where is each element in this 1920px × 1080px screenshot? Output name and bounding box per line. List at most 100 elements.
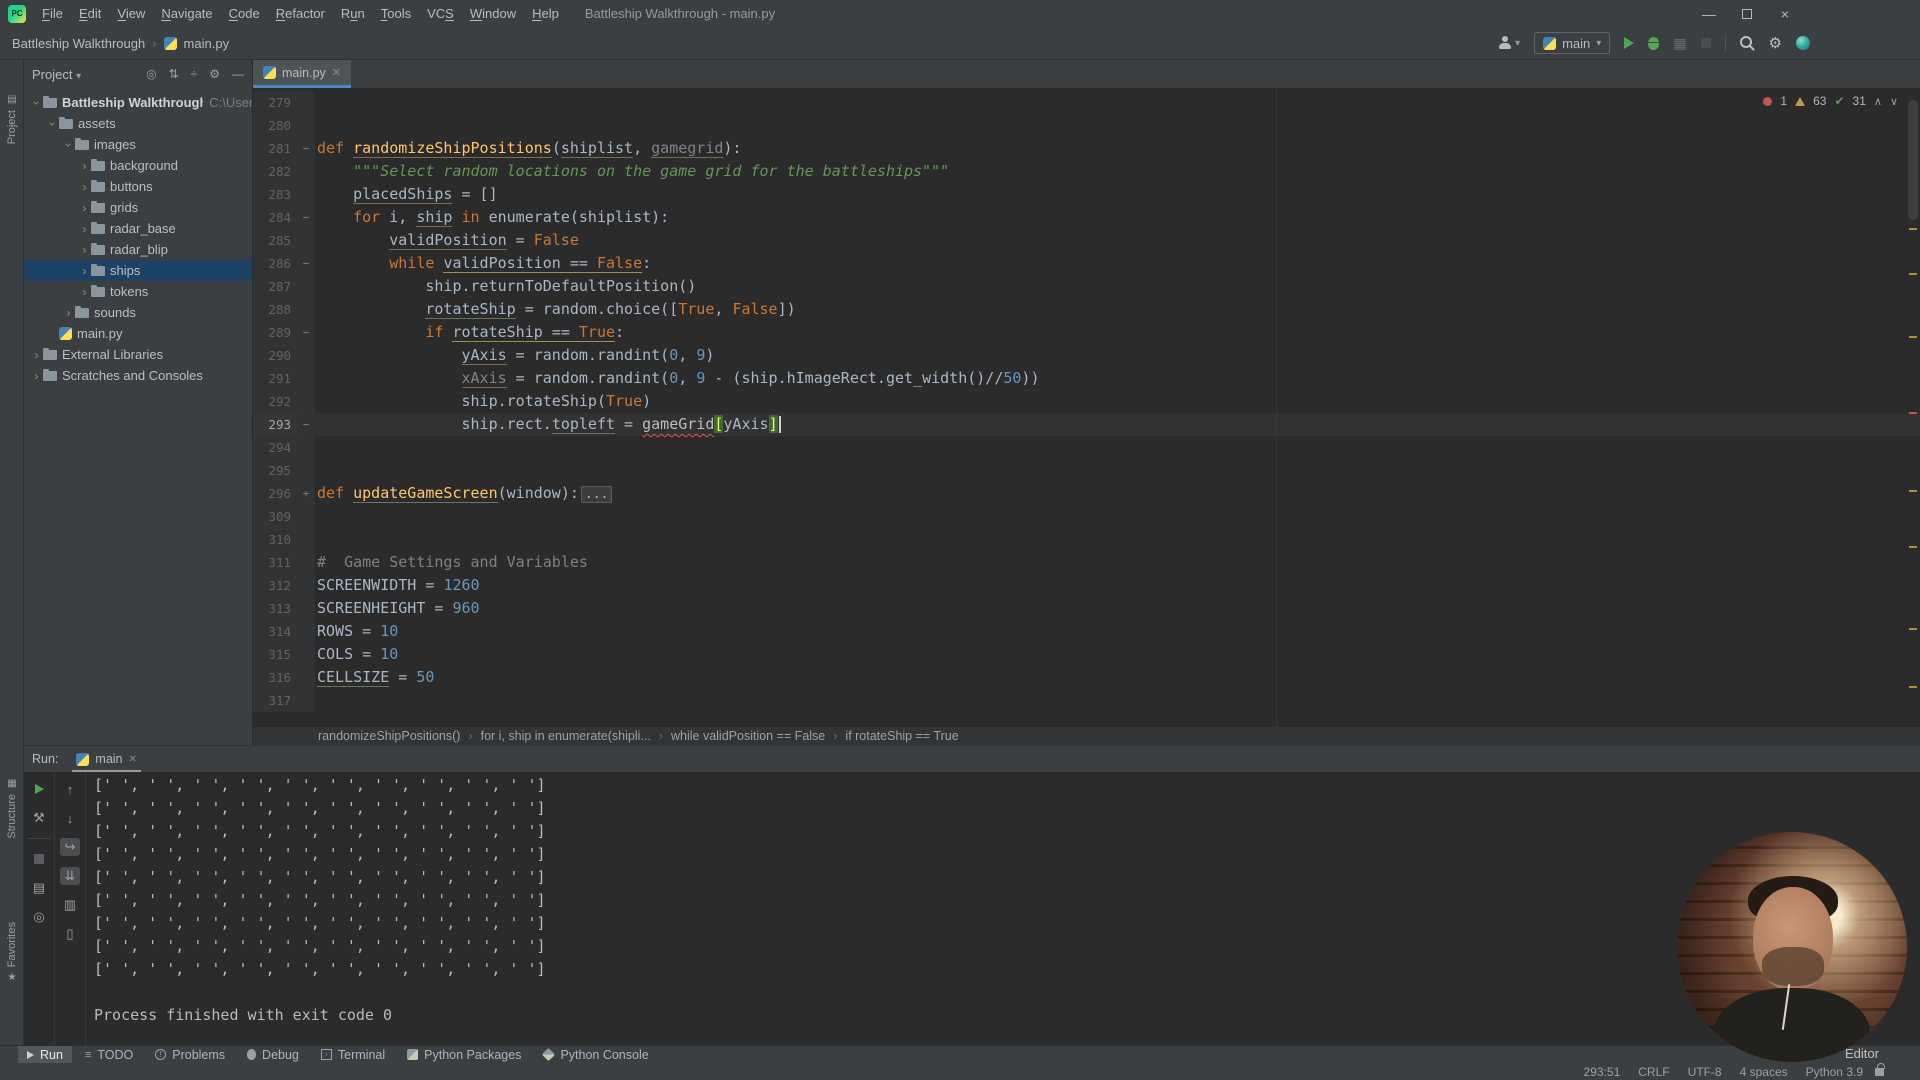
code-text[interactable]: ship.rect.topleft = gameGrid[yAxis] <box>315 413 781 436</box>
code-text[interactable]: placedShips = [] <box>315 183 498 206</box>
tree-chevron-icon[interactable]: › <box>30 369 43 383</box>
tree-item-main-py[interactable]: main.py <box>24 323 252 344</box>
line-number[interactable]: 311 <box>253 551 297 574</box>
tree-chevron-icon[interactable]: › <box>78 180 91 194</box>
menu-file[interactable]: File <box>34 6 71 21</box>
code-text[interactable]: if rotateShip == True: <box>315 321 624 344</box>
run-button[interactable] <box>1624 37 1635 49</box>
code-text[interactable]: """Select random locations on the game g… <box>315 160 949 183</box>
code-text[interactable]: validPosition = False <box>315 229 579 252</box>
editor-scrollbar[interactable] <box>1906 88 1920 727</box>
locate-icon[interactable]: ◎ <box>146 67 156 81</box>
soft-wrap-icon[interactable]: ↪ <box>60 838 80 856</box>
menu-view[interactable]: View <box>109 6 153 21</box>
menu-code[interactable]: Code <box>221 6 268 21</box>
prev-error-icon[interactable]: ∧ <box>1874 95 1882 108</box>
hide-icon[interactable]: — <box>232 67 244 81</box>
tab-main-py[interactable]: main.py ✕ <box>253 60 351 88</box>
line-number[interactable]: 295 <box>253 459 297 482</box>
code-text[interactable]: SCREENWIDTH = 1260 <box>315 574 480 597</box>
fold-marker[interactable]: − <box>297 413 315 436</box>
line-number[interactable]: 310 <box>253 528 297 551</box>
code-text[interactable]: while validPosition == False: <box>315 252 651 275</box>
fold-marker[interactable]: − <box>297 252 315 275</box>
tree-item-radar-blip[interactable]: › radar_blip <box>24 239 252 260</box>
line-number[interactable]: 287 <box>253 275 297 298</box>
line-number[interactable]: 312 <box>253 574 297 597</box>
tree-item-radar-base[interactable]: › radar_base <box>24 218 252 239</box>
tree-item-battleship-walkthrough[interactable]: › Battleship Walkthrough C:\User <box>24 92 253 113</box>
run-config-selector[interactable]: main ▾ <box>1534 32 1611 54</box>
tool-window-button-run[interactable]: Run <box>18 1045 72 1064</box>
code-text[interactable]: xAxis = random.randint(0, 9 - (ship.hIma… <box>315 367 1039 390</box>
wrench-icon[interactable]: ⚒ <box>29 809 49 827</box>
close-button[interactable]: × <box>1778 6 1792 22</box>
status-line-ending[interactable]: CRLF <box>1638 1065 1669 1079</box>
clear-all-icon[interactable]: ▯ <box>60 925 80 943</box>
tree-chevron-icon[interactable]: › <box>78 243 91 257</box>
line-number[interactable]: 290 <box>253 344 297 367</box>
line-number[interactable]: 283 <box>253 183 297 206</box>
fold-marker[interactable]: − <box>297 206 315 229</box>
line-number[interactable]: 316 <box>253 666 297 689</box>
tree-chevron-icon[interactable]: › <box>78 285 91 299</box>
line-number[interactable]: 317 <box>253 689 297 712</box>
tree-item-sounds[interactable]: › sounds <box>24 302 252 323</box>
coverage-button[interactable]: ▦ <box>1673 35 1686 52</box>
status-caret-position[interactable]: 293:51 <box>1584 1065 1621 1079</box>
tool-window-button-terminal[interactable]: › Terminal <box>312 1046 394 1064</box>
fold-marker[interactable]: − <box>297 137 315 160</box>
line-number[interactable]: 282 <box>253 160 297 183</box>
next-error-icon[interactable]: ∨ <box>1890 95 1898 108</box>
tree-chevron-icon[interactable]: › <box>78 159 91 173</box>
breadcrumb-file[interactable]: main.py <box>184 36 230 51</box>
line-number[interactable]: 296 <box>253 482 297 505</box>
tree-item-scratches-and-consoles[interactable]: › Scratches and Consoles <box>24 365 252 386</box>
code-text[interactable]: ship.rotateShip(True) <box>315 390 651 413</box>
tool-window-button-debug[interactable]: Debug <box>238 1046 308 1064</box>
line-number[interactable]: 279 <box>253 91 297 114</box>
tool-window-button-todo[interactable]: ≡ TODO <box>76 1046 142 1064</box>
run-tab-main[interactable]: main ✕ <box>68 746 144 772</box>
tree-item-external-libraries[interactable]: › External Libraries <box>24 344 252 365</box>
breadcrumb-project[interactable]: Battleship Walkthrough <box>12 36 145 51</box>
close-tab-icon[interactable]: ✕ <box>129 754 137 765</box>
context-crumb[interactable]: randomizeShipPositions() <box>318 729 460 743</box>
line-number[interactable]: 285 <box>253 229 297 252</box>
tree-chevron-icon[interactable]: › <box>30 348 43 362</box>
fold-marker[interactable]: − <box>297 321 315 344</box>
tree-chevron-icon[interactable]: › <box>30 96 44 109</box>
code-text[interactable]: ship.returnToDefaultPosition() <box>315 275 696 298</box>
menu-refactor[interactable]: Refactor <box>268 6 333 21</box>
code-text[interactable]: for i, ship in enumerate(shiplist): <box>315 206 669 229</box>
menu-help[interactable]: Help <box>524 6 567 21</box>
tree-item-background[interactable]: › background <box>24 155 252 176</box>
code-text[interactable]: def updateGameScreen(window):... <box>315 482 613 506</box>
settings-icon[interactable]: ⚙ <box>209 67 220 81</box>
line-number[interactable]: 289 <box>253 321 297 344</box>
profile-button[interactable]: ▾ <box>1498 36 1520 50</box>
toolstrip-structure[interactable]: ▦ Structure <box>0 778 24 839</box>
code-text[interactable]: def randomizeShipPositions(shiplist, gam… <box>315 137 741 160</box>
rerun-icon[interactable] <box>29 780 49 798</box>
scroll-to-end-icon[interactable]: ⇊ <box>60 867 80 885</box>
maximize-button[interactable] <box>1742 8 1752 19</box>
tree-item-buttons[interactable]: › buttons <box>24 176 252 197</box>
tree-chevron-icon[interactable]: › <box>78 201 91 215</box>
tool-window-button-python-packages[interactable]: Python Packages <box>398 1046 530 1064</box>
tool-window-button-python-console[interactable]: Python Console <box>534 1046 657 1064</box>
line-number[interactable]: 291 <box>253 367 297 390</box>
tree-chevron-icon[interactable]: › <box>46 117 60 130</box>
status-encoding[interactable]: UTF-8 <box>1688 1065 1722 1079</box>
tree-chevron-icon[interactable]: › <box>62 138 76 151</box>
context-crumb[interactable]: if rotateShip == True <box>845 729 958 743</box>
stop-icon[interactable] <box>29 850 49 868</box>
code-area[interactable]: 279 280 281− def randomizeShipPositions(shi… <box>253 88 1920 727</box>
line-number[interactable]: 284 <box>253 206 297 229</box>
menu-vcs[interactable]: VCS <box>419 6 462 21</box>
menu-tools[interactable]: Tools <box>373 6 419 21</box>
context-crumb[interactable]: for i, ship in enumerate(shipli... <box>481 729 651 743</box>
tree-item-ships[interactable]: › ships <box>24 260 252 281</box>
collapse-all-icon[interactable]: ÷ <box>191 67 198 81</box>
menu-run[interactable]: Run <box>333 6 373 21</box>
